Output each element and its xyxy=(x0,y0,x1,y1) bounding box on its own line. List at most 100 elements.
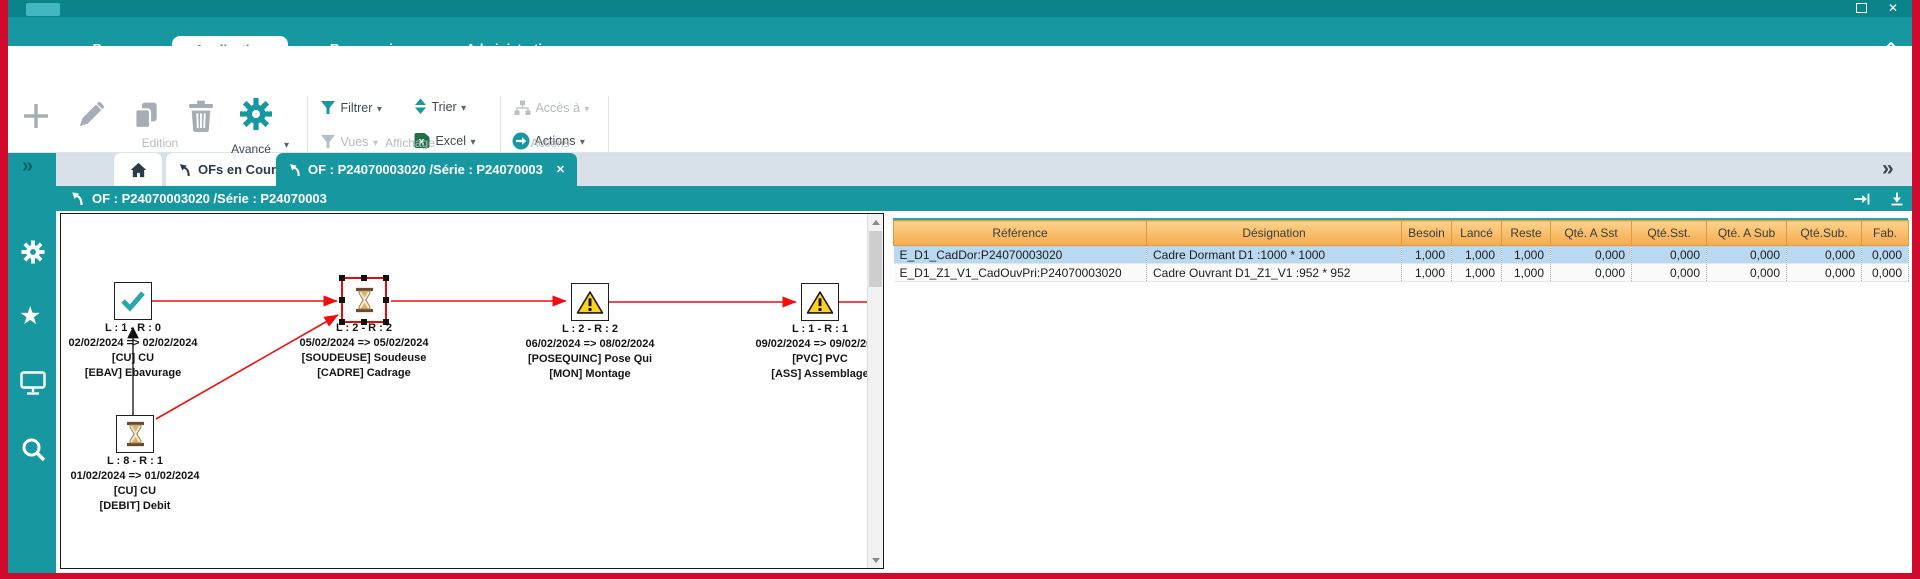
favorites-star-icon[interactable]: ★ xyxy=(19,303,41,329)
window-frame-bottom xyxy=(0,573,1920,579)
cell-reste[interactable]: 1,000 xyxy=(1502,264,1551,282)
search-icon[interactable] xyxy=(21,437,46,462)
tab-label: OFs en Cours xyxy=(198,162,283,177)
node-lr: L : 1 - R : 0 xyxy=(60,321,253,336)
node-label-ebavurage: L : 1 - R : 0 02/02/2024 => 02/02/2024 [… xyxy=(60,321,253,381)
cell-lance[interactable]: 1,000 xyxy=(1452,246,1502,264)
page-title: OF : P24070003020 /Série : P24070003 xyxy=(92,186,327,211)
table-row[interactable]: E_D1_Z1_V1_CadOuvPri:P24070003020 Cadre … xyxy=(894,264,1909,282)
add-icon[interactable] xyxy=(22,102,50,130)
workflow-node-cadrage[interactable] xyxy=(341,277,387,323)
node-dates: 05/02/2024 => 05/02/2024 xyxy=(244,336,484,351)
sidebar-expand-chevron[interactable]: » xyxy=(22,155,33,178)
node-lr: L : 2 - R : 2 xyxy=(470,322,710,337)
column-header-reste[interactable]: Reste xyxy=(1502,221,1551,246)
cell-qte-sub[interactable]: 0,000 xyxy=(1787,264,1862,282)
cell-designation[interactable]: Cadre Ouvrant D1_Z1_V1 :952 * 952 xyxy=(1147,264,1402,282)
cell-qte-sub[interactable]: 0,000 xyxy=(1787,246,1862,264)
tab-of-p24070003020[interactable]: OF : P24070003020 /Série : P24070003 ✕ xyxy=(276,153,577,186)
components-table-panel: Référence Désignation Besoin Lancé Reste… xyxy=(893,218,1908,282)
chevron-down-icon[interactable]: ▾ xyxy=(461,103,466,114)
cell-besoin[interactable]: 1,000 xyxy=(1402,246,1452,264)
triangle-up-icon xyxy=(872,220,880,225)
display-monitor-icon[interactable] xyxy=(20,371,46,395)
table-row[interactable]: E_D1_CadDor:P24070003020 Cadre Dormant D… xyxy=(894,246,1909,264)
cell-qte-sst[interactable]: 0,000 xyxy=(1632,264,1707,282)
filter-label: Filtrer xyxy=(340,101,372,115)
edit-pencil-icon[interactable] xyxy=(76,100,106,130)
selection-handle[interactable] xyxy=(339,297,345,303)
group-label-edition: Edition xyxy=(60,136,260,150)
cell-fab[interactable]: 0,000 xyxy=(1862,246,1909,264)
column-header-designation[interactable]: Désignation xyxy=(1147,221,1402,246)
node-dates: 01/02/2024 => 01/02/2024 xyxy=(60,469,255,484)
column-header-qte-a-sub[interactable]: Qté. A Sub xyxy=(1707,221,1787,246)
selection-handle[interactable] xyxy=(383,297,389,303)
cell-qte-a-sst[interactable]: 0,000 xyxy=(1551,246,1632,264)
check-icon xyxy=(120,290,146,312)
ribbon: Avancé ▾ Filtrer ▾ Trier ▾ Vues ▾ x Exce… xyxy=(0,46,1920,153)
diagram-scrollbar[interactable] xyxy=(867,214,883,568)
workflow-node-assemblage[interactable] xyxy=(801,283,839,321)
sidebar: » ★ xyxy=(8,153,56,573)
node-resource: [PVC] PVC xyxy=(700,352,884,367)
sort-button[interactable]: Trier ▾ xyxy=(414,98,466,118)
subheader: OF : P24070003020 /Série : P24070003 xyxy=(8,186,1912,211)
cell-qte-a-sub[interactable]: 0,000 xyxy=(1707,246,1787,264)
column-header-qte-sub[interactable]: Qté.Sub. xyxy=(1787,221,1862,246)
scroll-down-button[interactable] xyxy=(868,552,883,568)
home-tab[interactable] xyxy=(114,153,162,186)
cell-reference[interactable]: E_D1_Z1_V1_CadOuvPri:P24070003020 xyxy=(894,264,1147,282)
cell-lance[interactable]: 1,000 xyxy=(1452,264,1502,282)
cell-reference[interactable]: E_D1_CadDor:P24070003020 xyxy=(894,246,1147,264)
cell-designation[interactable]: Cadre Dormant D1 :1000 * 1000 xyxy=(1147,246,1402,264)
app-icon xyxy=(26,3,60,16)
table-header-row: Référence Désignation Besoin Lancé Reste… xyxy=(894,221,1909,246)
cell-qte-sst[interactable]: 0,000 xyxy=(1632,246,1707,264)
chevron-down-icon[interactable]: ▾ xyxy=(377,104,382,115)
workflow-arrows xyxy=(61,214,883,568)
column-header-reference[interactable]: Référence xyxy=(894,221,1147,246)
workflow-node-montage[interactable] xyxy=(571,283,609,321)
node-lr: L : 8 - R : 1 xyxy=(60,454,255,469)
ribbon-tabs-bar: Bureau Application Raccourcis Administra… xyxy=(0,17,1920,46)
cell-qte-a-sst[interactable]: 0,000 xyxy=(1551,264,1632,282)
maximize-button[interactable] xyxy=(1856,3,1867,13)
scroll-up-button[interactable] xyxy=(868,214,883,230)
skip-to-end-icon[interactable] xyxy=(1854,192,1870,206)
column-header-qte-sst[interactable]: Qté.Sst. xyxy=(1632,221,1707,246)
access-to-button: Accès à ▾ xyxy=(514,99,589,119)
node-resource: [CU] CU xyxy=(60,484,255,499)
selection-handle[interactable] xyxy=(361,275,367,281)
node-label-montage: L : 2 - R : 2 06/02/2024 => 08/02/2024 [… xyxy=(470,322,710,382)
selection-handle[interactable] xyxy=(383,275,389,281)
filter-button[interactable]: Filtrer ▾ xyxy=(320,99,382,119)
copy-icon[interactable] xyxy=(130,100,162,132)
download-icon[interactable] xyxy=(1890,192,1904,206)
close-button[interactable]: ✕ xyxy=(1886,1,1900,15)
titlebar: ✕ xyxy=(0,0,1920,17)
cell-reste[interactable]: 1,000 xyxy=(1502,246,1551,264)
column-header-qte-a-sst[interactable]: Qté. A Sst xyxy=(1551,221,1632,246)
node-label-assemblage: L : 1 - R : 1 09/02/2024 => 09/02/2024 [… xyxy=(700,322,884,382)
workflow-node-ebavurage[interactable] xyxy=(114,282,152,320)
chevron-down-icon[interactable]: ▾ xyxy=(284,140,289,151)
delete-trash-icon[interactable] xyxy=(186,100,216,132)
column-header-besoin[interactable]: Besoin xyxy=(1402,221,1452,246)
tab-close-icon[interactable]: ✕ xyxy=(556,163,565,176)
node-operation: [DEBIT] Debit xyxy=(60,499,255,514)
cell-fab[interactable]: 0,000 xyxy=(1862,264,1909,282)
advanced-button[interactable]: Avancé ▾ xyxy=(222,96,292,160)
selection-handle[interactable] xyxy=(339,275,345,281)
scrollbar-thumb[interactable] xyxy=(869,231,882,287)
cell-qte-a-sub[interactable]: 0,000 xyxy=(1707,264,1787,282)
column-header-lance[interactable]: Lancé xyxy=(1452,221,1502,246)
tab-overflow-chevron[interactable]: » xyxy=(1882,157,1894,181)
cell-besoin[interactable]: 1,000 xyxy=(1402,264,1452,282)
column-header-fab[interactable]: Fab. xyxy=(1862,221,1909,246)
settings-gear-icon[interactable] xyxy=(20,239,46,265)
org-tree-icon xyxy=(514,100,531,116)
workflow-node-debit[interactable] xyxy=(116,415,154,453)
node-lr: L : 2 - R : 2 xyxy=(244,321,484,336)
routing-icon xyxy=(70,191,84,206)
